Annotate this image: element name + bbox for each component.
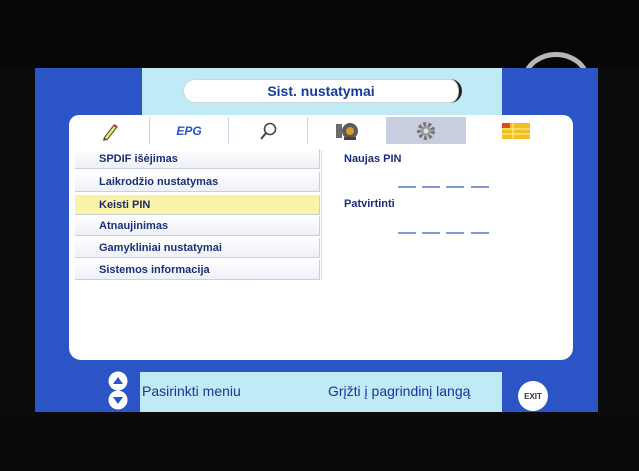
return-main-hint: Grįžti į pagrindinį langą [328, 383, 471, 399]
pin-digit-slot [422, 186, 440, 188]
tab-epg[interactable]: EPG [150, 117, 229, 144]
info-grid-icon [502, 122, 530, 139]
pin-digit-slot [422, 232, 440, 234]
panel-divider [321, 150, 322, 280]
menu-item-clock[interactable]: Laikrodžio nustatymas [75, 172, 320, 192]
menu-item-label: Sistemos informacija [99, 264, 210, 276]
edit-icon [103, 123, 118, 141]
pin-digit-slot [471, 232, 489, 234]
pin-digit-slot [446, 232, 464, 234]
search-icon [260, 122, 277, 140]
menu-item-label: Laikrodžio nustatymas [99, 176, 219, 188]
page-title: Sist. nustatymai [267, 83, 375, 99]
menu-item-update[interactable]: Atnaujinimas [75, 216, 320, 236]
pin-digit-slot [471, 186, 489, 188]
tab-satellite[interactable] [308, 117, 387, 144]
menu-item-label: Keisti PIN [99, 199, 151, 211]
menu-item-spdif[interactable]: SPDIF išėjimas [75, 149, 320, 169]
confirm-pin-label: Patvirtinti [344, 198, 395, 210]
tab-info[interactable] [466, 117, 566, 144]
satellite-dish-icon [336, 122, 358, 140]
up-down-arrows-icon [108, 371, 128, 410]
new-pin-label: Naujas PIN [344, 153, 402, 165]
exit-label: EXIT [524, 391, 542, 401]
select-menu-hint: Pasirinkti meniu [142, 383, 241, 399]
tab-edit[interactable] [71, 117, 150, 144]
menu-item-system-info[interactable]: Sistemos informacija [75, 260, 320, 280]
menu-item-change-pin[interactable]: Keisti PIN [75, 195, 320, 215]
epg-label: EPG [176, 123, 202, 138]
title-box: Sist. nustatymai [183, 79, 462, 103]
menu-item-label: Atnaujinimas [99, 220, 169, 232]
gear-icon [417, 121, 435, 140]
menu-item-label: SPDIF išėjimas [99, 153, 178, 165]
letterbox-bottom [0, 412, 639, 471]
tab-system-settings[interactable] [387, 117, 466, 144]
menu-item-label: Gamykliniai nustatymai [99, 242, 222, 254]
exit-button[interactable]: EXIT [518, 381, 548, 411]
menu-item-factory-reset[interactable]: Gamykliniai nustatymai [75, 238, 320, 258]
pin-digit-slot [446, 186, 464, 188]
tab-search[interactable] [229, 117, 308, 144]
pin-digit-slot [398, 186, 416, 188]
pin-digit-slot [398, 232, 416, 234]
